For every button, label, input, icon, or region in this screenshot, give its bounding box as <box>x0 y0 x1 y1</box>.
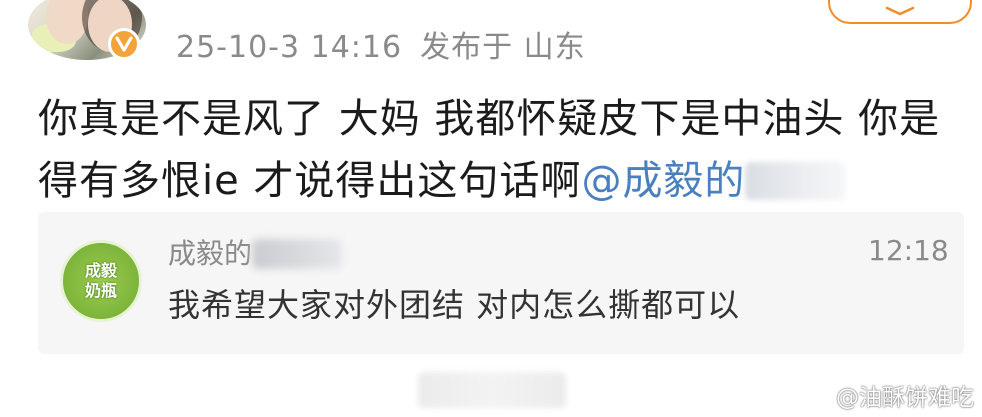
reply-username-text: 成毅的 <box>168 237 253 270</box>
post-location: 发布于 山东 <box>420 30 586 65</box>
weibo-logo-icon <box>807 390 830 408</box>
post-text-line2: 得有多恨ie 才说得出这句话啊@成毅的 <box>38 150 968 212</box>
watermark: @油酥饼难吃 <box>806 378 974 412</box>
post-text-line1: 你真是不是风了 大妈 我都怀疑皮下是中油头 你是 <box>38 96 941 142</box>
reply-username[interactable]: 成毅的 <box>168 232 343 272</box>
follow-button[interactable] <box>828 0 972 24</box>
quoted-reply-card[interactable]: 成毅 奶瓶 成毅的 12:18 我希望大家对外团结 对内怎么撕都可以 <box>38 212 964 354</box>
reply-time: 12:18 <box>868 234 949 267</box>
chevron-icon <box>885 6 915 16</box>
post-text-line2-text: 得有多恨ie 才说得出这句话啊 <box>38 158 582 204</box>
post-text: 你真是不是风了 大妈 我都怀疑皮下是中油头 你是 得有多恨ie 才说得出这句话啊… <box>38 88 968 212</box>
reply-text: 我希望大家对外团结 对内怎么撕都可以 <box>168 286 741 324</box>
mention-link[interactable]: @成毅的 <box>581 158 745 204</box>
post-meta: 25-10-3 14:16 发布于 山东 <box>176 22 604 66</box>
bottom-blur-mask <box>418 372 566 408</box>
verified-v-icon <box>108 28 140 60</box>
reply-username-blur-mask <box>252 239 343 269</box>
reply-avatar-text-top: 成毅 <box>84 261 117 280</box>
reply-avatar-text-bottom: 奶瓶 <box>84 281 117 300</box>
mention-blur-mask <box>745 162 846 200</box>
reply-avatar[interactable]: 成毅 奶瓶 <box>60 240 142 322</box>
watermark-text: @油酥饼难吃 <box>836 385 974 411</box>
post-timestamp: 25-10-3 14:16 <box>176 30 403 65</box>
